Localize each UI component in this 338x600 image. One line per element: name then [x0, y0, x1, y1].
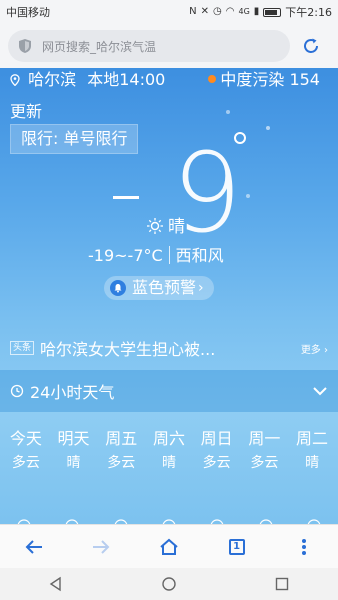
weather-icon [162, 519, 176, 524]
clock-icon [10, 384, 24, 398]
nav-recents-icon[interactable] [274, 576, 290, 592]
pollution-dot-icon [208, 75, 217, 83]
temperature-minus-sign [113, 196, 139, 199]
forecast-condition: 晴 [66, 455, 81, 471]
nav-home-icon[interactable] [161, 576, 177, 592]
headline-title[interactable]: 哈尔滨女大学生担心被... [40, 336, 293, 360]
forecast-condition: 多云 [202, 455, 231, 471]
nfc-icon: N [189, 6, 197, 17]
browser-header: 网页搜索_哈尔滨气温 [0, 24, 338, 68]
decor-dot [246, 194, 250, 198]
signal-icon: ▮ [253, 6, 260, 17]
refresh-button[interactable] [296, 31, 326, 61]
temperature-range-row: -19~-7°C 西和风 [88, 242, 224, 266]
forecast-day-name: 明天 [57, 429, 90, 448]
menu-button[interactable] [282, 527, 326, 567]
forecast-day-name: 周一 [248, 429, 281, 448]
decor-dot [226, 110, 230, 114]
arrow-right-icon [93, 539, 110, 554]
weather-icon [211, 519, 224, 524]
forecast-day-name: 周六 [152, 429, 185, 448]
forecast-condition: 晴 [161, 455, 176, 471]
system-navigation-bar [0, 568, 338, 600]
forecast-condition: 多云 [250, 455, 279, 471]
bell-icon [110, 280, 126, 296]
headline-tag: 头条 [10, 341, 35, 355]
current-condition: 晴 [146, 212, 185, 237]
sunny-icon [147, 218, 163, 234]
forecast-day[interactable]: 周日 多云 [194, 428, 240, 476]
clock: 下午2:16 [285, 6, 332, 19]
forecast-day[interactable]: 今天 多云 [3, 428, 49, 476]
hourly-title: 24小时天气 [30, 383, 115, 402]
weather-icon [114, 519, 127, 524]
carrier-label: 中国移动 [6, 6, 50, 19]
nav-back-icon[interactable] [48, 576, 64, 592]
forward-button[interactable] [79, 527, 123, 567]
home-button[interactable] [147, 527, 191, 567]
weather-icon [307, 519, 321, 524]
browser-toolbar: 1 [0, 524, 338, 568]
more-link[interactable]: 更多 › [301, 341, 328, 356]
forecast-condition: 多云 [11, 455, 40, 471]
refresh-icon [304, 38, 318, 53]
chevron-down-icon [313, 387, 327, 396]
battery-icon [263, 7, 282, 17]
forecast-day[interactable]: 周六晴 [146, 428, 192, 476]
forecast-day[interactable]: 周二晴 [289, 428, 335, 476]
local-time: 本地14:00 [87, 70, 166, 89]
forecast-list: 今天多云 明天晴 周五多云 周六晴 周日多云 周一多云 周二晴 [0, 428, 338, 476]
home-icon [160, 538, 178, 555]
shield-icon [19, 39, 31, 53]
location-row: 哈尔滨 本地14:00 中度污染 154 [10, 70, 330, 90]
search-placeholder: 网页搜索_哈尔滨气温 [42, 39, 157, 54]
weather-icon [259, 519, 272, 524]
weather-panel: 哈尔滨 本地14:00 中度污染 154 更新 限行: 单号限行 9 晴 -19… [0, 68, 338, 524]
update-label: 更新 [10, 102, 43, 121]
tabs-button[interactable]: 1 [215, 527, 259, 567]
chevron-right-icon: › [198, 280, 204, 296]
forecast-icons-row [0, 516, 338, 524]
forecast-day[interactable]: 周五 多云 [98, 428, 144, 476]
network-type: 4G [238, 7, 250, 16]
forecast-day[interactable]: 周一 多云 [241, 428, 287, 476]
more-label: 更多 [300, 344, 321, 356]
weather-icon [66, 519, 79, 524]
forecast-condition: 晴 [305, 455, 320, 471]
city-name[interactable]: 哈尔滨 [28, 70, 76, 89]
alarm-icon: ◷ [213, 6, 222, 17]
location-pin-icon [10, 74, 20, 86]
forecast-day-name: 周二 [296, 429, 329, 448]
system-icons: N ✕ ◷ ◠ 4G ▮ [189, 6, 282, 17]
condition-label: 晴 [168, 217, 185, 237]
headline-news-row[interactable]: 头条 哈尔滨女大学生担心被... 更多 › [0, 328, 338, 368]
wind-label: 西和风 [175, 246, 224, 265]
decor-dot [266, 126, 270, 130]
forecast-day-name: 周日 [200, 429, 233, 448]
weather-alert-button[interactable]: 蓝色预警 › [104, 276, 214, 300]
pollution-indicator[interactable]: 中度污染 154 [208, 70, 320, 90]
temperature-range: -19~-7°C [88, 246, 163, 265]
alert-label: 蓝色预警 [132, 278, 197, 297]
weather-icon [17, 519, 31, 524]
more-vertical-icon [302, 538, 307, 555]
forecast-condition: 多云 [107, 455, 136, 471]
tab-count: 1 [228, 538, 245, 555]
traffic-restriction-badge: 限行: 单号限行 [10, 124, 139, 154]
wifi-icon: ◠ [225, 6, 235, 17]
status-bar: 中国移动 N ✕ ◷ ◠ 4G ▮ 下午2:16 [0, 0, 338, 24]
mute-icon: ✕ [200, 6, 210, 17]
hourly-weather-header[interactable]: 24小时天气 [0, 370, 338, 412]
divider [168, 246, 170, 264]
forecast-day-name: 周五 [105, 429, 138, 448]
arrow-left-icon [25, 539, 42, 554]
back-button[interactable] [12, 527, 56, 567]
forecast-day-name: 今天 [9, 429, 42, 448]
pollution-label: 中度污染 154 [220, 70, 320, 89]
forecast-day[interactable]: 明天晴 [51, 428, 97, 476]
search-input[interactable]: 网页搜索_哈尔滨气温 [8, 30, 290, 62]
